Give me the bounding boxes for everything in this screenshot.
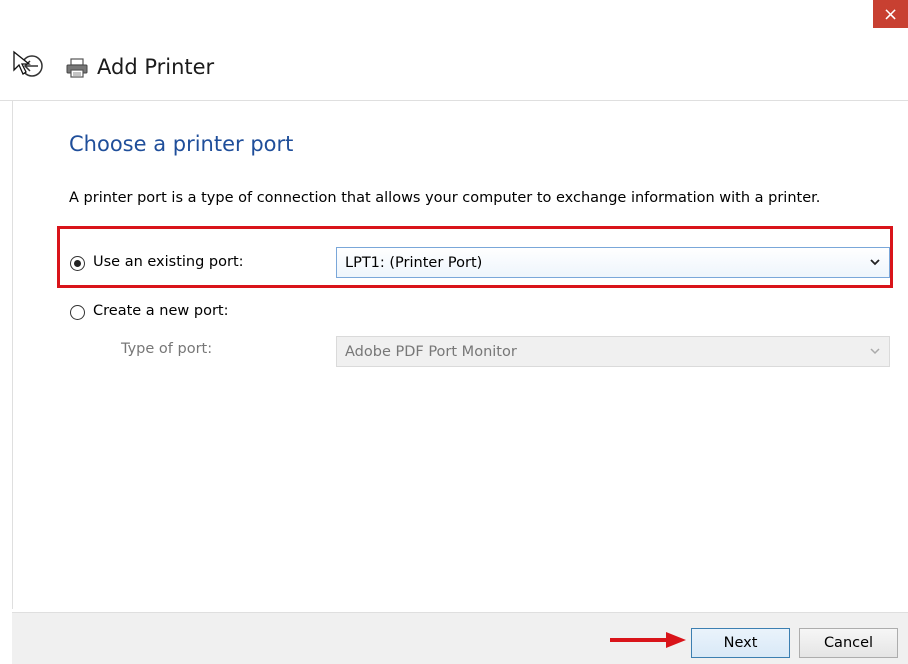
port-type-select: Adobe PDF Port Monitor: [336, 336, 890, 367]
red-arrow-icon: [610, 632, 686, 648]
existing-port-radio[interactable]: [70, 256, 85, 271]
chevron-down-icon: [869, 256, 881, 271]
port-type-label: Type of port:: [121, 341, 213, 357]
window-title: Add Printer: [97, 55, 215, 79]
close-button[interactable]: ×: [873, 0, 908, 28]
close-icon: ×: [882, 3, 899, 25]
chevron-down-icon: [869, 345, 881, 360]
page-heading: Choose a printer port: [69, 132, 294, 156]
existing-port-value: LPT1: (Printer Port): [345, 254, 483, 271]
new-port-label[interactable]: Create a new port:: [93, 303, 228, 319]
back-arrow-icon: [13, 50, 43, 77]
printer-icon: [66, 58, 88, 78]
port-type-value: Adobe PDF Port Monitor: [345, 343, 517, 360]
cancel-button[interactable]: Cancel: [799, 628, 898, 658]
back-button[interactable]: [12, 48, 48, 84]
existing-port-select[interactable]: LPT1: (Printer Port): [336, 247, 890, 278]
existing-port-label[interactable]: Use an existing port:: [93, 254, 244, 270]
new-port-radio[interactable]: [70, 305, 85, 320]
next-button[interactable]: Next: [691, 628, 790, 658]
title-bar: [0, 0, 908, 101]
description-text: A printer port is a type of connection t…: [69, 190, 821, 206]
